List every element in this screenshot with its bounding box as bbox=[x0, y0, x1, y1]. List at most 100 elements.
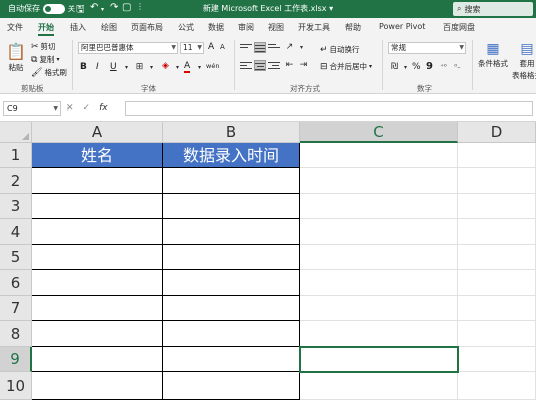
cell-c2[interactable] bbox=[300, 168, 458, 194]
comma-button[interactable]: 9 bbox=[426, 61, 433, 72]
cell-d8[interactable] bbox=[458, 321, 536, 347]
autosave-toggle[interactable] bbox=[43, 3, 65, 14]
cell-b9[interactable] bbox=[163, 347, 300, 372]
currency-dropdown-icon[interactable]: ▾ bbox=[400, 62, 411, 73]
enter-icon[interactable]: ✓ bbox=[83, 103, 91, 113]
align-center-icon[interactable] bbox=[254, 60, 266, 71]
merge-center-button[interactable]: ⊟ 合并后居中 ▾ bbox=[320, 61, 372, 72]
increase-font-button[interactable]: A bbox=[208, 42, 214, 52]
tab-review[interactable]: 审阅 bbox=[238, 22, 254, 33]
orientation-dropdown-icon[interactable]: ▾ bbox=[296, 42, 307, 53]
cell-d10[interactable] bbox=[458, 372, 536, 400]
font-size-select[interactable]: 11 ▼ bbox=[180, 42, 204, 54]
undo-icon[interactable]: ↶ bbox=[90, 2, 98, 13]
tab-developer[interactable]: 开发工具 bbox=[298, 22, 330, 33]
cell-b7[interactable] bbox=[163, 296, 300, 321]
row-header-8[interactable]: 8 bbox=[0, 321, 32, 347]
font-color-button[interactable]: A bbox=[184, 61, 191, 73]
cell-c1[interactable] bbox=[300, 143, 458, 168]
fill-color-icon[interactable]: ◈ bbox=[160, 61, 171, 72]
tab-baidu-netdisk[interactable]: 百度网盘 bbox=[443, 22, 475, 33]
row-header-10[interactable]: 10 bbox=[0, 372, 32, 400]
decrease-decimal-icon[interactable]: ⁰₋ bbox=[452, 62, 463, 73]
cell-a1[interactable]: 姓名 bbox=[32, 143, 163, 168]
row-header-9[interactable]: 9 bbox=[0, 347, 32, 372]
cell-b2[interactable] bbox=[163, 168, 300, 194]
borders-dropdown-icon[interactable]: ▾ bbox=[146, 62, 157, 73]
autosave[interactable]: 自动保存 关 bbox=[8, 3, 75, 14]
formula-input[interactable] bbox=[125, 101, 533, 116]
wrap-text-button[interactable]: ↵ 自动换行 bbox=[320, 44, 360, 55]
cell-b6[interactable] bbox=[163, 270, 300, 296]
cell-d2[interactable] bbox=[458, 168, 536, 194]
tab-power-pivot[interactable]: Power Pivot bbox=[379, 22, 425, 31]
tab-view[interactable]: 视图 bbox=[268, 22, 284, 33]
customize-toolbar-icon[interactable]: ⋮ bbox=[136, 2, 144, 11]
tab-draw[interactable]: 绘图 bbox=[101, 22, 117, 33]
cell-a2[interactable] bbox=[32, 168, 163, 194]
redo-icon[interactable]: ↷ bbox=[110, 2, 118, 13]
column-header-a[interactable]: A bbox=[32, 122, 163, 143]
align-left-icon[interactable] bbox=[240, 60, 252, 71]
align-middle-icon[interactable] bbox=[254, 42, 266, 53]
tab-file[interactable]: 文件 bbox=[7, 22, 23, 33]
tab-insert[interactable]: 插入 bbox=[70, 22, 86, 33]
conditional-format-button[interactable]: ▦ 条件格式 bbox=[478, 41, 508, 69]
cell-c10[interactable] bbox=[300, 372, 458, 400]
decrease-font-button[interactable]: A bbox=[220, 43, 225, 51]
insert-function-button[interactable]: fx bbox=[99, 103, 108, 113]
tab-formulas[interactable]: 公式 bbox=[178, 22, 194, 33]
percent-button[interactable]: % bbox=[412, 62, 421, 72]
cell-d6[interactable] bbox=[458, 270, 536, 296]
cell-b10[interactable] bbox=[163, 372, 300, 400]
tab-help[interactable]: 帮助 bbox=[345, 22, 361, 33]
tab-data[interactable]: 数据 bbox=[208, 22, 224, 33]
cancel-icon[interactable]: ✕ bbox=[66, 103, 74, 113]
align-right-icon[interactable] bbox=[268, 60, 280, 71]
format-painter-button[interactable]: 🖌 格式刷 bbox=[31, 67, 67, 78]
row-header-7[interactable]: 7 bbox=[0, 296, 32, 321]
cell-d5[interactable] bbox=[458, 245, 536, 270]
cell-b1[interactable]: 数据录入时间 bbox=[163, 143, 300, 168]
cell-a4[interactable] bbox=[32, 219, 163, 245]
cell-c4[interactable] bbox=[300, 219, 458, 245]
cell-c9-selected[interactable] bbox=[299, 346, 459, 373]
underline-button[interactable]: U bbox=[110, 62, 117, 72]
paste-button[interactable]: 📋 粘贴 bbox=[6, 42, 26, 73]
tab-page-layout[interactable]: 页面布局 bbox=[131, 22, 163, 33]
cell-c6[interactable] bbox=[300, 270, 458, 296]
row-header-4[interactable]: 4 bbox=[0, 219, 32, 245]
fill-dropdown-icon[interactable]: ▾ bbox=[172, 62, 183, 73]
cell-a6[interactable] bbox=[32, 270, 163, 296]
cell-b4[interactable] bbox=[163, 219, 300, 245]
cell-a5[interactable] bbox=[32, 245, 163, 270]
cell-c8[interactable] bbox=[300, 321, 458, 347]
cell-a10[interactable] bbox=[32, 372, 163, 400]
cut-button[interactable]: ✂ 剪切 bbox=[31, 41, 56, 52]
align-top-icon[interactable] bbox=[240, 42, 252, 53]
cell-b8[interactable] bbox=[163, 321, 300, 347]
column-header-b[interactable]: B bbox=[163, 122, 300, 143]
column-header-c[interactable]: C bbox=[300, 122, 458, 143]
cell-b5[interactable] bbox=[163, 245, 300, 270]
cell-a9[interactable] bbox=[32, 347, 163, 372]
decrease-indent-icon[interactable]: ⇤ bbox=[284, 60, 295, 71]
table-format-button[interactable]: ▤ 套用 表格格式 bbox=[512, 41, 536, 81]
cell-d1[interactable] bbox=[458, 143, 536, 168]
search-box[interactable]: ⌕ 搜索 bbox=[453, 2, 533, 16]
cell-b3[interactable] bbox=[163, 194, 300, 219]
underline-dropdown-icon[interactable]: ▾ bbox=[121, 62, 132, 73]
cell-c3[interactable] bbox=[300, 194, 458, 219]
increase-decimal-icon[interactable]: ⁺⁰ bbox=[438, 62, 449, 73]
cell-a7[interactable] bbox=[32, 296, 163, 321]
row-header-2[interactable]: 2 bbox=[0, 168, 32, 194]
column-header-d[interactable]: D bbox=[458, 122, 536, 143]
row-header-5[interactable]: 5 bbox=[0, 245, 32, 270]
merge-dropdown-icon[interactable]: ▾ bbox=[369, 63, 372, 70]
title-dropdown-icon[interactable]: ▾ bbox=[329, 4, 333, 13]
increase-indent-icon[interactable]: ⇥ bbox=[298, 60, 309, 71]
copy-dropdown-icon[interactable]: ▾ bbox=[56, 56, 59, 63]
open-file-icon[interactable]: ▢ bbox=[122, 2, 131, 13]
italic-button[interactable]: I bbox=[96, 62, 99, 72]
row-header-1[interactable]: 1 bbox=[0, 143, 32, 168]
